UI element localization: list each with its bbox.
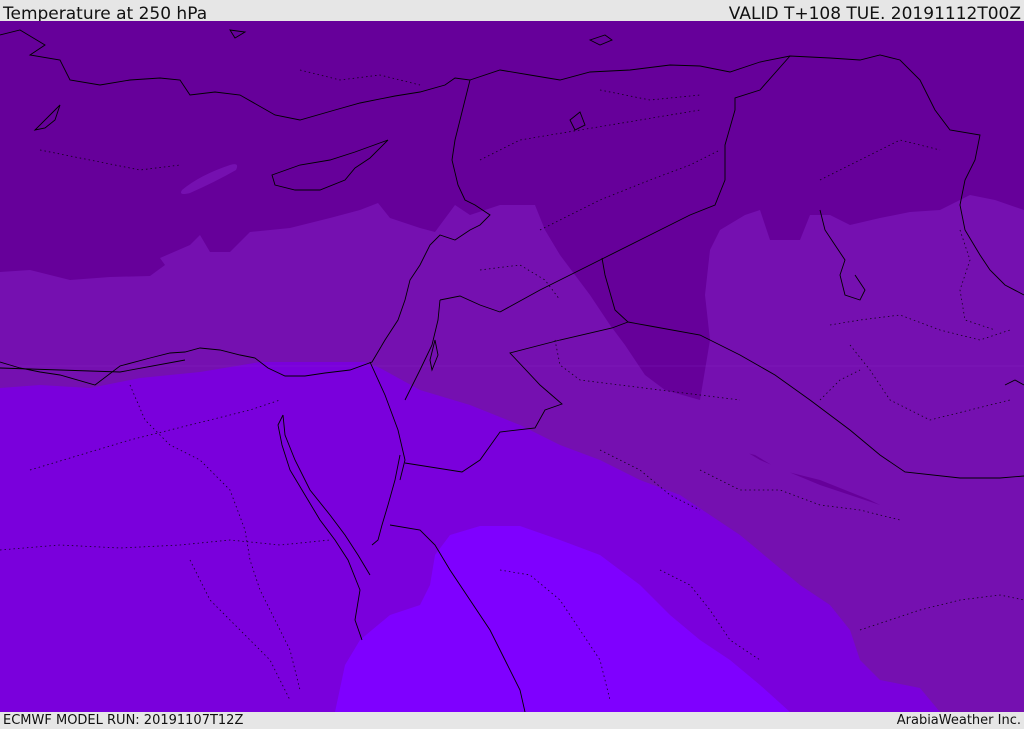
footer-bar: ECMWF MODEL RUN: 20191107T12Z ArabiaWeat…	[0, 712, 1024, 729]
temperature-map[interactable]	[0, 21, 1024, 712]
model-run: ECMWF MODEL RUN: 20191107T12Z	[3, 713, 244, 728]
credit: ArabiaWeather Inc.	[896, 713, 1021, 728]
header-bar: Temperature at 250 hPa VALID T+108 TUE. …	[0, 0, 1024, 24]
